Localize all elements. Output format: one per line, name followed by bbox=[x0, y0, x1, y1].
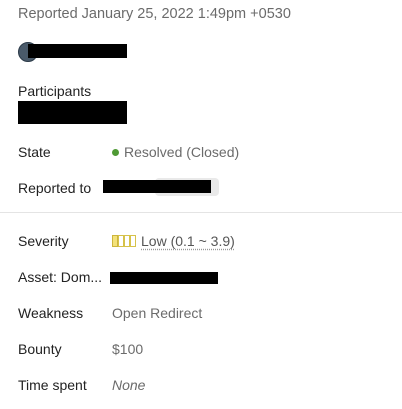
participants-label: Participants bbox=[18, 83, 92, 99]
report-details-panel: Reported January 25, 2022 1:49pm +0530 P… bbox=[0, 0, 402, 409]
reported-timestamp: Reported January 25, 2022 1:49pm +0530 bbox=[18, 6, 291, 22]
severity-value[interactable]: Low (0.1 ~ 3.9) bbox=[112, 233, 235, 249]
bounty-value: $100 bbox=[112, 341, 144, 357]
reported-to-label: Reported to bbox=[18, 180, 92, 196]
weakness-label: Weakness bbox=[18, 305, 84, 321]
time-spent-value: None bbox=[112, 377, 146, 393]
time-spent-label: Time spent bbox=[18, 377, 87, 393]
asset-label: Asset: Dom... bbox=[18, 269, 103, 285]
state-value: Resolved (Closed) bbox=[112, 144, 239, 160]
state-text: Resolved (Closed) bbox=[124, 144, 240, 160]
section-divider bbox=[0, 212, 402, 213]
severity-bar bbox=[130, 235, 136, 247]
severity-text[interactable]: Low (0.1 ~ 3.9) bbox=[141, 233, 235, 249]
bounty-label: Bounty bbox=[18, 341, 62, 357]
redacted-participants bbox=[18, 101, 127, 124]
severity-label: Severity bbox=[18, 233, 69, 249]
redacted-asset bbox=[110, 272, 218, 284]
status-dot-icon bbox=[112, 149, 119, 156]
state-label: State bbox=[18, 144, 51, 160]
redacted-reporter-name bbox=[28, 44, 127, 58]
weakness-value[interactable]: Open Redirect bbox=[112, 305, 202, 321]
redacted-program-name bbox=[103, 180, 211, 193]
severity-bars-icon bbox=[112, 235, 138, 247]
